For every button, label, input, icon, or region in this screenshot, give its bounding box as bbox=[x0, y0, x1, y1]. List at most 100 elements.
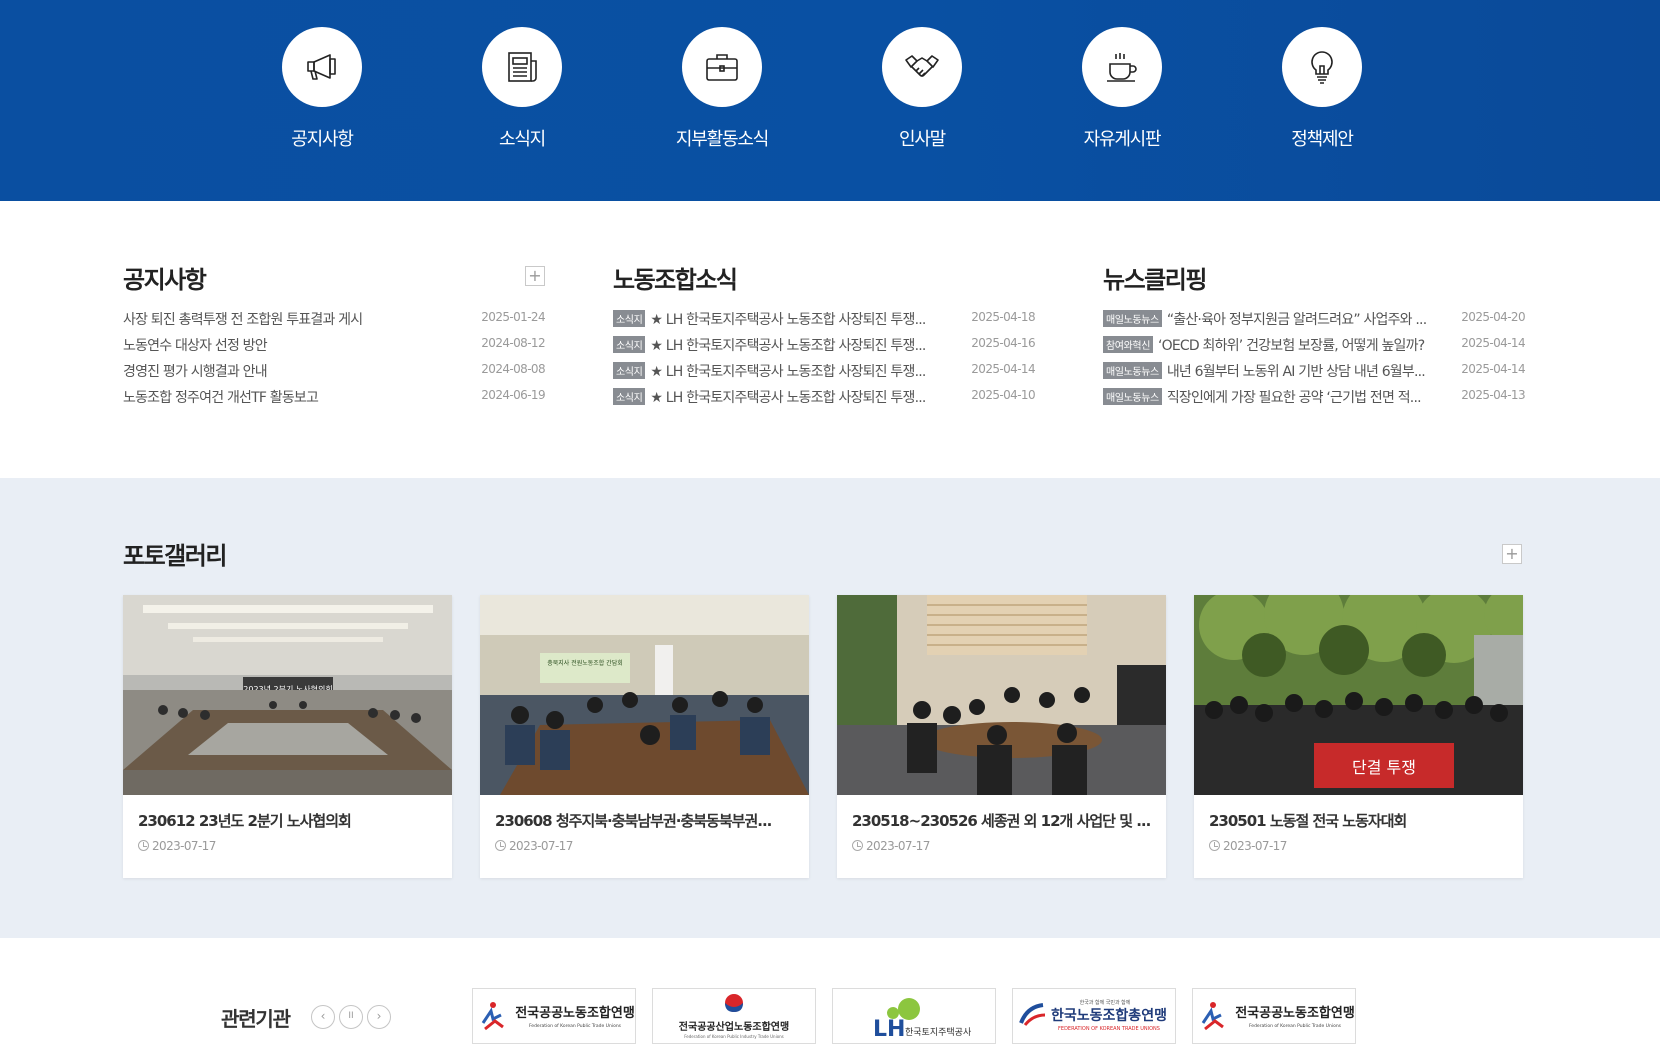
svg-text:FEDERATION OF KOREAN TRADE UNI: FEDERATION OF KOREAN TRADE UNIONS bbox=[1058, 1026, 1160, 1032]
next-button[interactable]: › bbox=[367, 1005, 391, 1029]
gallery-card[interactable]: 단결 투쟁 230501 노동절 전국 노동자대회 2023-07-17 bbox=[1194, 595, 1523, 878]
post-title-text: “출산·육아 정부지원금 알려드려요” 사업주와 ... bbox=[1166, 312, 1427, 328]
post-title[interactable]: 참여와혁신 ‘OECD 최하위’ 건강보험 보장률, 어떻게 높일까? bbox=[1103, 335, 1445, 355]
gallery-card[interactable]: 230518~230526 세종권 외 12개 사업단 및 ... 2023-0… bbox=[837, 595, 1166, 878]
list-item[interactable]: 매일노동뉴스 내년 6월부터 노동위 AI 기반 상담 내년 6월부... 202… bbox=[1103, 361, 1526, 387]
clock-icon bbox=[1209, 840, 1220, 851]
post-date: 2024-06-19 bbox=[481, 388, 545, 402]
list-item[interactable]: 소식지 ★ LH 한국토지주택공사 노동조합 사장퇴진 투쟁... 2025-04… bbox=[613, 335, 1036, 361]
post-title[interactable]: 소식지 ★ LH 한국토지주택공사 노동조합 사장퇴진 투쟁... bbox=[613, 361, 955, 381]
related-title: 관련기관 bbox=[221, 1007, 291, 1031]
notice-list: 사장 퇴진 총력투쟁 전 조합원 투표결과 게시 2025-01-24 노동연수… bbox=[123, 309, 546, 413]
svg-text:Federation of Korean Public Tr: Federation of Korean Public Trade Unions bbox=[1249, 1023, 1342, 1029]
svg-text:LH: LH bbox=[873, 1017, 905, 1042]
quick-menu-policy[interactable]: 정책제안 bbox=[1242, 27, 1402, 177]
org-logo-kptu[interactable]: 전국공공노동조합연맹 Federation of Korean Public T… bbox=[472, 988, 636, 1044]
svg-text:전국공공노동조합연맹: 전국공공노동조합연맹 bbox=[1235, 1005, 1355, 1021]
post-title[interactable]: 노동조합 정주여건 개선TF 활동보고 bbox=[123, 387, 465, 407]
photo-banner-text: 단결 투쟁 bbox=[1352, 758, 1416, 777]
post-date: 2025-04-16 bbox=[971, 336, 1035, 350]
list-item[interactable]: 매일노동뉴스 “출산·육아 정부지원금 알려드려요” 사업주와 ... 2025-… bbox=[1103, 309, 1526, 335]
post-title[interactable]: 소식지 ★ LH 한국토지주택공사 노동조합 사장퇴진 투쟁... bbox=[613, 387, 955, 407]
post-title-text: ★ LH 한국토지주택공사 노동조합 사장퇴진 투쟁... bbox=[650, 338, 926, 354]
gallery-more-button[interactable]: + bbox=[1502, 544, 1522, 564]
quick-menu-notice[interactable]: 공지사항 bbox=[242, 27, 402, 177]
source-badge: 참여와혁신 bbox=[1103, 336, 1154, 353]
gallery-card[interactable]: 충북지사 전원노동조합 간담회 230608 청주지북·충북남부권·충북동북부권… bbox=[480, 595, 809, 878]
post-date: 2025-04-10 bbox=[971, 388, 1035, 402]
card-date-text: 2023-07-17 bbox=[1223, 839, 1287, 853]
gallery-card[interactable]: 2023년 2분기 노사협의회 230612 23년도 2분기 노사협의회 20… bbox=[123, 595, 452, 878]
org-logo-kpitu[interactable]: 전국공공산업노동조합연맹 Federation of Korean Public… bbox=[652, 988, 816, 1044]
handshake-icon bbox=[882, 27, 962, 107]
list-item[interactable]: 참여와혁신 ‘OECD 최하위’ 건강보험 보장률, 어떻게 높일까? 2025-… bbox=[1103, 335, 1526, 361]
post-title[interactable]: 매일노동뉴스 “출산·육아 정부지원금 알려드려요” 사업주와 ... bbox=[1103, 309, 1445, 329]
coffee-cup-icon bbox=[1082, 27, 1162, 107]
quick-menu-label: 정책제안 bbox=[1291, 129, 1354, 150]
card-date-text: 2023-07-17 bbox=[866, 839, 930, 853]
card-title: 230612 23년도 2분기 노사협의회 bbox=[138, 812, 352, 830]
gallery-title: 포토갤러리 bbox=[123, 542, 227, 570]
news-clipping-list: 매일노동뉴스 “출산·육아 정부지원금 알려드려요” 사업주와 ... 2025-… bbox=[1103, 309, 1526, 413]
quick-menu-free-board[interactable]: 자유게시판 bbox=[1042, 27, 1202, 177]
quick-menu-newsletter[interactable]: 소식지 bbox=[442, 27, 602, 177]
briefcase-icon bbox=[682, 27, 762, 107]
post-date: 2025-01-24 bbox=[481, 310, 545, 324]
post-title-text: 직장인에게 가장 필요한 공약 ‘근기법 전면 적... bbox=[1166, 390, 1422, 406]
svg-text:Federation of Korean Public In: Federation of Korean Public Industry Tra… bbox=[684, 1034, 784, 1039]
list-item[interactable]: 소식지 ★ LH 한국토지주택공사 노동조합 사장퇴진 투쟁... 2025-04… bbox=[613, 309, 1036, 335]
svg-text:한국과 함께 국민과 함께: 한국과 함께 국민과 함께 bbox=[1080, 999, 1131, 1006]
card-date-text: 2023-07-17 bbox=[152, 839, 216, 853]
post-title-text: ★ LH 한국토지주택공사 노동조합 사장퇴진 투쟁... bbox=[650, 390, 926, 406]
post-date: 2024-08-08 bbox=[481, 362, 545, 376]
list-item[interactable]: 소식지 ★ LH 한국토지주택공사 노동조합 사장퇴진 투쟁... 2025-04… bbox=[613, 361, 1036, 387]
card-date: 2023-07-17 bbox=[138, 839, 216, 853]
list-item[interactable]: 노동조합 정주여건 개선TF 활동보고 2024-06-19 bbox=[123, 387, 546, 413]
list-item[interactable]: 사장 퇴진 총력투쟁 전 조합원 투표결과 게시 2025-01-24 bbox=[123, 309, 546, 335]
post-title[interactable]: 매일노동뉴스 내년 6월부터 노동위 AI 기반 상담 내년 6월부... bbox=[1103, 361, 1445, 381]
post-title-text: ‘OECD 최하위’ 건강보험 보장률, 어떻게 높일까? bbox=[1158, 338, 1425, 354]
card-date: 2023-07-17 bbox=[852, 839, 930, 853]
lightbulb-icon bbox=[1282, 27, 1362, 107]
union-news-list: 소식지 ★ LH 한국토지주택공사 노동조합 사장퇴진 투쟁... 2025-04… bbox=[613, 309, 1036, 413]
post-title[interactable]: 매일노동뉴스 직장인에게 가장 필요한 공약 ‘근기법 전면 적... bbox=[1103, 387, 1445, 407]
svg-text:한국토지주택공사: 한국토지주택공사 bbox=[905, 1027, 972, 1038]
org-logo-kptu-2[interactable]: 전국공공노동조합연맹 Federation of Korean Public T… bbox=[1192, 988, 1356, 1044]
post-title[interactable]: 경영진 평가 시행결과 안내 bbox=[123, 361, 465, 381]
card-title: 230608 청주지북·충북남부권·충북동북부권... bbox=[495, 812, 772, 830]
category-badge: 소식지 bbox=[613, 310, 646, 327]
source-badge: 매일노동뉴스 bbox=[1103, 362, 1162, 379]
quick-menu-branch-news[interactable]: 지부활동소식 bbox=[642, 27, 802, 177]
clock-icon bbox=[495, 840, 506, 851]
org-logo-fktu[interactable]: 한국과 함께 국민과 함께 한국노동조합총연맹 FEDERATION OF KO… bbox=[1012, 988, 1176, 1044]
notice-board: 공지사항 + 사장 퇴진 총력투쟁 전 조합원 투표결과 게시 2025-01-… bbox=[123, 260, 546, 413]
list-item[interactable]: 노동연수 대상자 선정 방안 2024-08-12 bbox=[123, 335, 546, 361]
post-title-text: 내년 6월부터 노동위 AI 기반 상담 내년 6월부... bbox=[1166, 364, 1426, 380]
post-title[interactable]: 소식지 ★ LH 한국토지주택공사 노동조합 사장퇴진 투쟁... bbox=[613, 335, 955, 355]
notice-title: 공지사항 bbox=[123, 266, 207, 294]
post-date: 2025-04-14 bbox=[971, 362, 1035, 376]
quick-menu-label: 자유게시판 bbox=[1083, 129, 1162, 150]
list-item[interactable]: 소식지 ★ LH 한국토지주택공사 노동조합 사장퇴진 투쟁... 2025-04… bbox=[613, 387, 1036, 413]
quick-menu-label: 인사말 bbox=[898, 129, 946, 150]
category-badge: 소식지 bbox=[613, 388, 646, 405]
post-date: 2025-04-20 bbox=[1461, 310, 1525, 324]
notice-more-button[interactable]: + bbox=[525, 266, 545, 286]
pause-button[interactable]: II bbox=[339, 1005, 363, 1029]
clock-icon bbox=[138, 840, 149, 851]
quick-menu-greeting[interactable]: 인사말 bbox=[842, 27, 1002, 177]
newspaper-icon bbox=[482, 27, 562, 107]
quick-menu-label: 지부활동소식 bbox=[675, 129, 769, 150]
svg-text:전국공공노동조합연맹: 전국공공노동조합연맹 bbox=[515, 1005, 635, 1021]
card-date: 2023-07-17 bbox=[495, 839, 573, 853]
list-item[interactable]: 경영진 평가 시행결과 안내 2024-08-08 bbox=[123, 361, 546, 387]
list-item[interactable]: 매일노동뉴스 직장인에게 가장 필요한 공약 ‘근기법 전면 적... 2025-… bbox=[1103, 387, 1526, 413]
org-logo-lh[interactable]: LH 한국토지주택공사 bbox=[832, 988, 996, 1044]
post-title[interactable]: 노동연수 대상자 선정 방안 bbox=[123, 335, 465, 355]
post-title[interactable]: 소식지 ★ LH 한국토지주택공사 노동조합 사장퇴진 투쟁... bbox=[613, 309, 955, 329]
category-badge: 소식지 bbox=[613, 336, 646, 353]
prev-button[interactable]: ‹ bbox=[311, 1005, 335, 1029]
svg-text:전국공공산업노동조합연맹: 전국공공산업노동조합연맹 bbox=[679, 1020, 789, 1033]
svg-text:Federation of Korean Public Tr: Federation of Korean Public Trade Unions bbox=[529, 1023, 622, 1029]
post-title[interactable]: 사장 퇴진 총력투쟁 전 조합원 투표결과 게시 bbox=[123, 309, 465, 329]
